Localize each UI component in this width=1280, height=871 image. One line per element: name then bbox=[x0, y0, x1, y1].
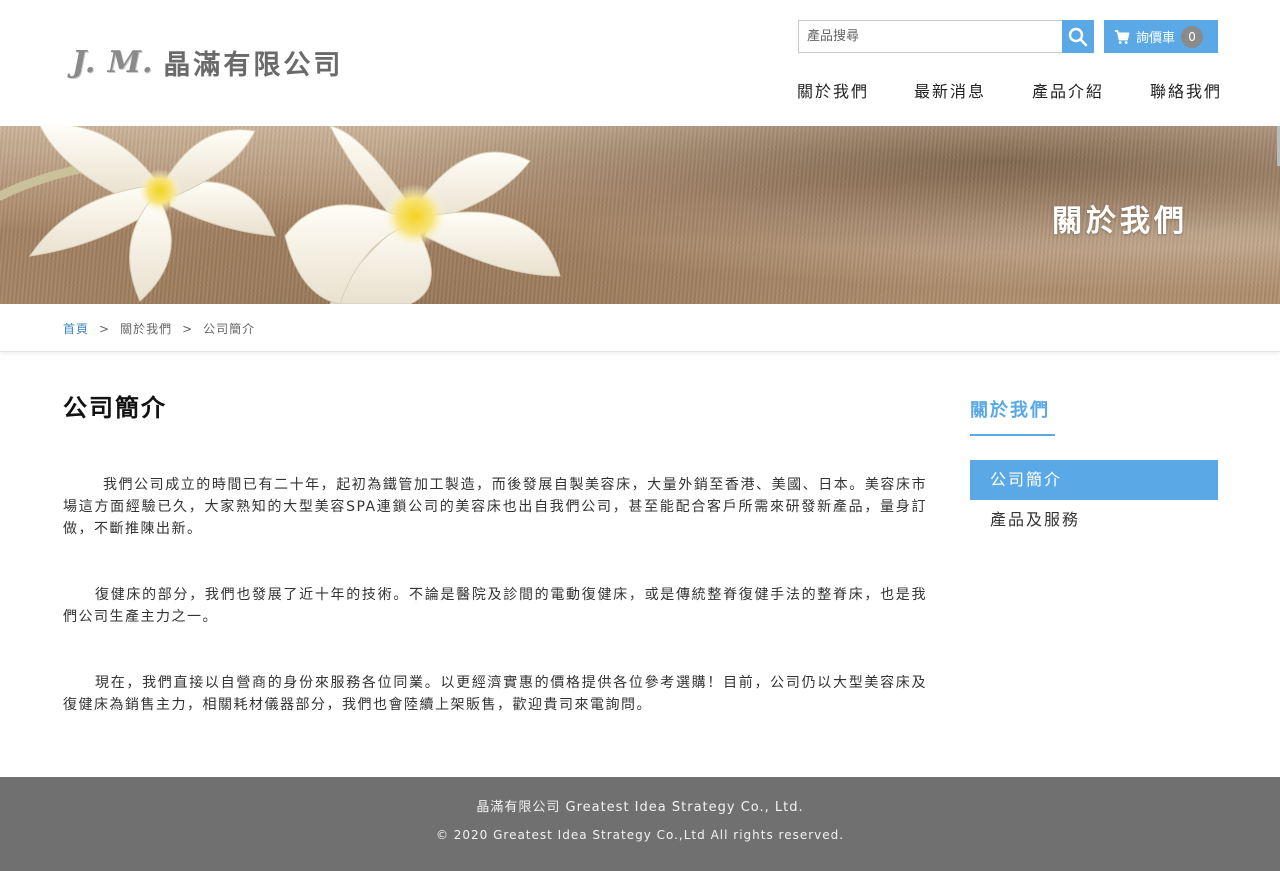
nav-item-news[interactable]: 最新消息 bbox=[914, 78, 986, 102]
cart-count-badge: 0 bbox=[1181, 25, 1204, 48]
logo-mark: J. M. bbox=[72, 44, 154, 80]
banner-title: 關於我們 bbox=[1052, 204, 1188, 239]
intro-paragraph: 我們公司成立的時間已有二十年，起初為鐵管加工製造，而後發展自製美容床，大量外銷至… bbox=[63, 477, 927, 537]
page-title: 公司簡介 bbox=[63, 394, 167, 422]
search-icon bbox=[1068, 27, 1088, 46]
rehab-paragraph: 復健床的部分，我們也發展了近十年的技術。不論是醫院及診間的電動復健床，或是傳統整… bbox=[63, 587, 927, 625]
breadcrumb-bar: 首頁 > 關於我們 > 公司簡介 bbox=[0, 304, 1280, 352]
page-banner: 關於我們 bbox=[0, 126, 1280, 304]
cart-label: 詢價車 bbox=[1136, 31, 1176, 46]
sidebar: 關於我們 公司簡介 產品及服務 bbox=[970, 396, 1218, 529]
breadcrumb-separator: > bbox=[182, 321, 194, 336]
site-logo[interactable]: J. M. 晶滿有限公司 bbox=[72, 42, 343, 82]
breadcrumb-section[interactable]: 關於我們 bbox=[120, 320, 172, 337]
sidebar-menu: 公司簡介 產品及服務 bbox=[970, 460, 1218, 540]
search-button[interactable] bbox=[1062, 20, 1094, 53]
nav-item-products[interactable]: 產品介紹 bbox=[1032, 78, 1104, 102]
main-content: 公司簡介 我們公司成立的時間已有二十年，起初為鐵管加工製造，而後發展自製美容床，… bbox=[63, 388, 927, 713]
main-nav: 關於我們 最新消息 產品介紹 聯絡我們 bbox=[0, 78, 1280, 102]
breadcrumb-separator: > bbox=[99, 321, 111, 336]
breadcrumb-current: 公司簡介 bbox=[203, 322, 256, 336]
breadcrumb-home-link[interactable]: 首頁 bbox=[63, 320, 89, 337]
breadcrumb: 首頁 > 關於我們 > 公司簡介 bbox=[63, 320, 255, 337]
cart-icon bbox=[1114, 29, 1130, 45]
search-input[interactable] bbox=[798, 20, 1062, 53]
sidebar-item-products-services[interactable]: 產品及服務 bbox=[970, 500, 1218, 540]
nav-item-about[interactable]: 關於我們 bbox=[797, 78, 869, 102]
site-header: J. M. 晶滿有限公司 詢價車 0 關於我們 最新消息 產品介紹 聯絡我們 bbox=[0, 0, 1280, 126]
nav-item-contact[interactable]: 聯絡我們 bbox=[1150, 78, 1222, 102]
sidebar-title: 關於我們 bbox=[970, 396, 1055, 436]
site-footer: 晶滿有限公司 Greatest Idea Strategy Co., Ltd. … bbox=[0, 777, 1280, 871]
plumeria-flowers-image bbox=[0, 126, 561, 304]
footer-copyright: © 2020 Greatest Idea Strategy Co.,Ltd Al… bbox=[435, 828, 845, 842]
logo-text: 晶滿有限公司 bbox=[163, 49, 344, 81]
sidebar-item-company-profile[interactable]: 公司簡介 bbox=[970, 460, 1218, 500]
search-bar bbox=[798, 20, 1094, 53]
inquiry-cart-button[interactable]: 詢價車 0 bbox=[1104, 20, 1218, 53]
footer-company-name: 晶滿有限公司 Greatest Idea Strategy Co., Ltd. bbox=[476, 800, 804, 815]
service-paragraph: 現在，我們直接以自營商的身份來服務各位同業。以更經濟實惠的價格提供各位參考選購！… bbox=[63, 675, 927, 713]
